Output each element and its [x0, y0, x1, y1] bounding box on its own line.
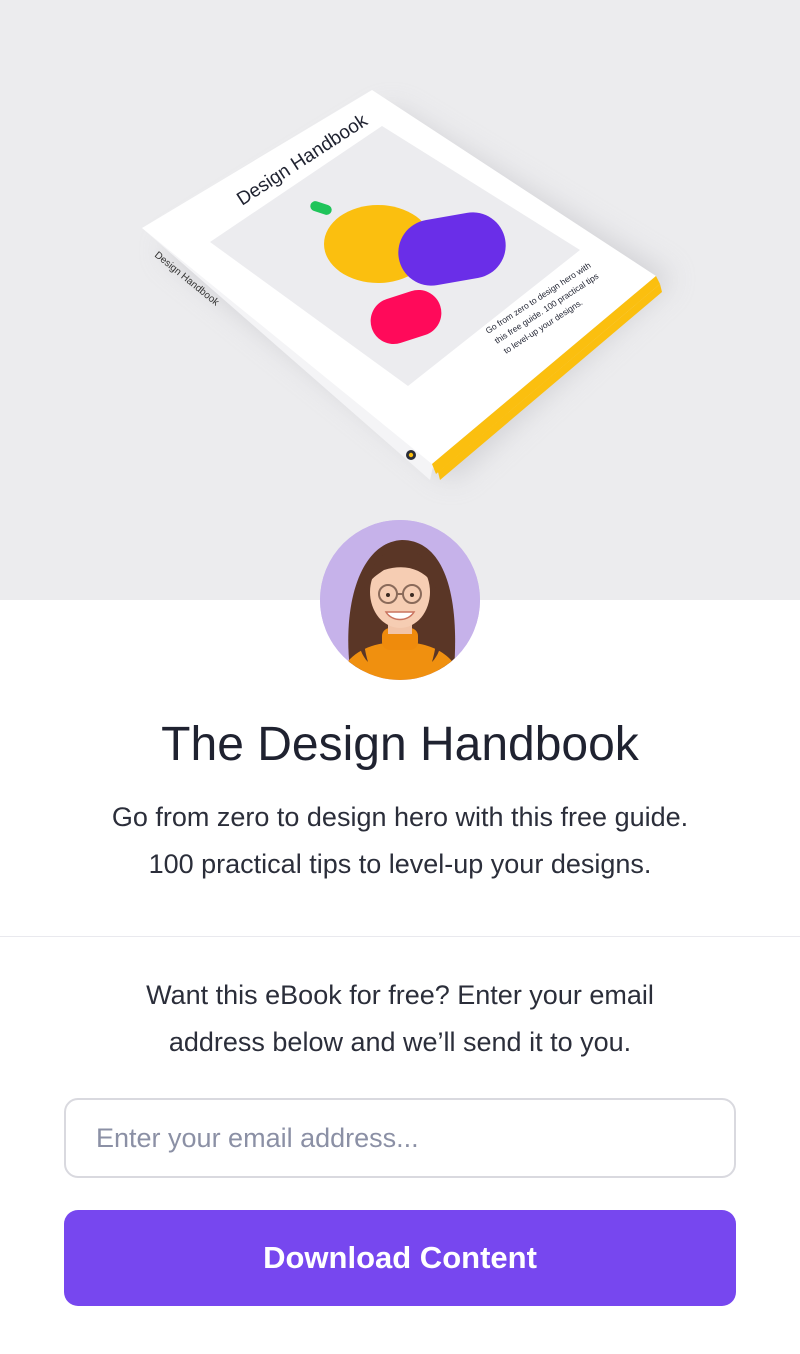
page-title: The Design Handbook: [161, 718, 639, 771]
prompt-line-2: address below and we’ll send it to you.: [168, 1027, 632, 1057]
signup-prompt: Want this eBook for free? Enter your ema…: [90, 972, 710, 1066]
page-subtitle: Go from zero to design hero with this fr…: [60, 794, 740, 888]
hero-banner: Design Handbook Design Handbook Go from …: [0, 0, 800, 600]
subtitle-line-1: Go from zero to design hero with this fr…: [111, 802, 689, 832]
prompt-line-1: Want this eBook for free? Enter your ema…: [146, 980, 654, 1010]
author-avatar: [320, 520, 480, 680]
landing-page: Design Handbook Design Handbook Go from …: [0, 0, 800, 1354]
download-content-button[interactable]: Download Content: [64, 1210, 736, 1306]
email-field[interactable]: [64, 1098, 736, 1178]
book-illustration: Design Handbook Design Handbook Go from …: [142, 90, 672, 480]
section-divider: [0, 936, 800, 937]
subtitle-line-2: 100 practical tips to level-up your desi…: [148, 849, 652, 879]
person-avatar-icon: [320, 520, 480, 680]
